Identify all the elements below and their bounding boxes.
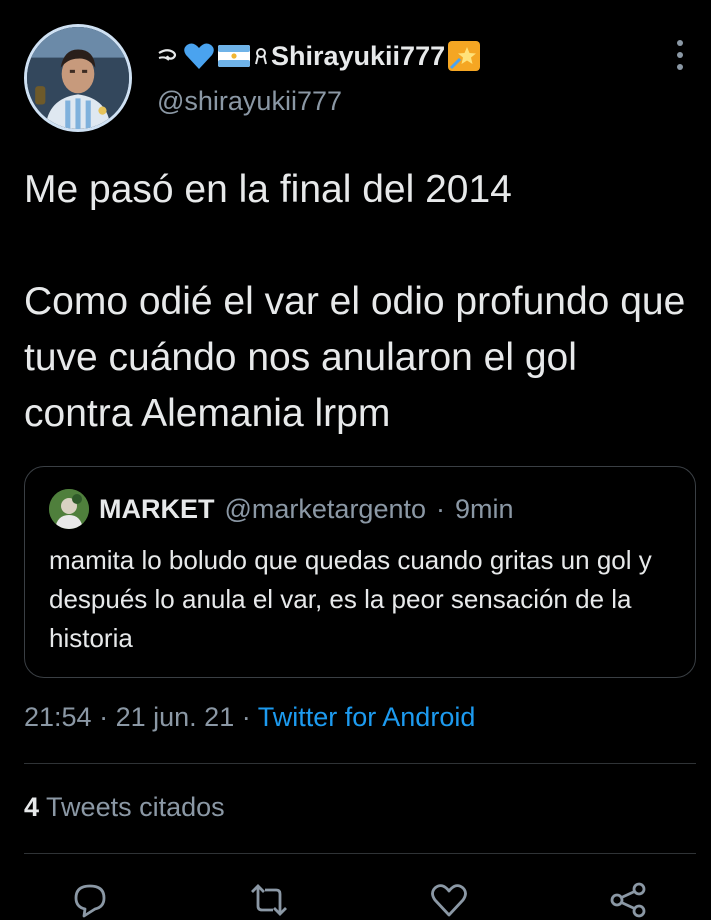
shooting-star-icon: [447, 40, 481, 72]
quoted-tweet-card[interactable]: MARKET @marketargento · 9min mamita lo b…: [24, 466, 696, 678]
tweet-date: 21 jun. 21: [115, 702, 235, 732]
quoted-timestamp: 9min: [455, 493, 514, 524]
action-bar: [0, 872, 711, 920]
ribbon-icon: [253, 44, 269, 68]
tweet-text-line: Me pasó en la final del 2014: [24, 168, 512, 211]
tweet-source-link[interactable]: Twitter for Android: [258, 702, 476, 732]
reply-icon[interactable]: [70, 880, 110, 920]
blue-heart-icon: [183, 41, 215, 71]
tweet-time: 21:54: [24, 702, 92, 732]
like-icon[interactable]: [429, 880, 469, 920]
quoted-author-handle: @marketargento: [224, 493, 427, 524]
tweet-text: Me pasó en la final del 2014 Como odié e…: [24, 162, 694, 442]
separator-dot: ·: [436, 493, 445, 524]
author-display-name: Shirayukii777: [271, 40, 446, 71]
divider: [24, 853, 696, 854]
profile-avatar[interactable]: [24, 24, 132, 132]
quote-count: 4: [24, 792, 40, 822]
wind-icon: [157, 45, 181, 67]
quote-label: Tweets citados: [46, 792, 225, 822]
separator-dot: ·: [241, 702, 251, 732]
argentina-flag-icon: [217, 43, 251, 69]
author-name-row[interactable]: Shirayukii777: [157, 38, 481, 74]
quoted-tweet-text: mamita lo boludo que quedas cuando grita…: [49, 545, 652, 653]
divider: [24, 763, 696, 764]
separator-dot: ·: [99, 702, 109, 732]
quoted-author-name: MARKET: [99, 493, 215, 524]
quoted-avatar: [49, 489, 89, 529]
author-handle[interactable]: @shirayukii777: [157, 86, 342, 117]
quoted-tweet-header: MARKET @marketargento · 9min: [49, 489, 514, 529]
tweet-meta: 21:54 · 21 jun. 21 · Twitter for Android: [24, 702, 475, 733]
retweet-icon[interactable]: [249, 880, 289, 920]
more-options-icon[interactable]: [668, 40, 692, 70]
quote-tweets-stat[interactable]: 4 Tweets citados: [24, 792, 225, 823]
share-icon[interactable]: [608, 880, 648, 920]
tweet-text-line: Como odié el var el odio profundo que tu…: [24, 280, 686, 435]
